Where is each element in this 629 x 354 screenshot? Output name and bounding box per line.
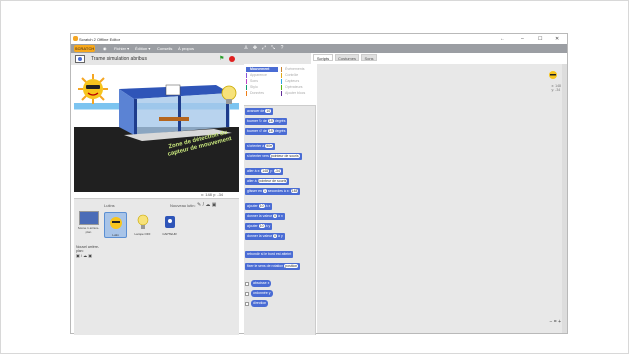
mouse-coordinates: x: 148 y: -34 [201,192,224,197]
checkbox-direction[interactable] [245,302,249,306]
category-looks[interactable]: Apparence [246,73,278,78]
sprites-header: Lutins [104,203,115,208]
block-change-x[interactable]: ajouter 10 à x [245,203,273,210]
maximize-button[interactable]: ☐ [538,36,542,42]
sprite-position-readout: x: 148 y: -34 [551,84,561,92]
project-title[interactable]: Trame simulation abribus [91,56,147,62]
category-operators[interactable]: Opérateurs [281,85,314,90]
sun-sprite[interactable] [77,73,109,105]
sprite-pane: Lutins Nouveau lutin: ✎ / ☁ ▣ Scène 1 ar… [74,198,239,335]
menu-about[interactable]: À propos [178,46,194,51]
grow-icon[interactable]: ⤢ [261,45,267,51]
help-icon[interactable]: ? [279,45,285,51]
sprite-thumb-capteur[interactable]: CAPTEUR [158,212,181,238]
block-point-towards[interactable]: s'orienter vers pointeur de souris [245,153,302,160]
category-sensing[interactable]: Capteurs [281,79,314,84]
block-categories: Mouvement Apparence Sons Stylo Données É… [244,64,316,106]
sun-thumbnail-icon [109,217,122,229]
block-turn-right[interactable]: tourner ↻ de 15 degrés [245,118,288,125]
sprite-thumb-lampe[interactable]: Lampe OFF [131,212,154,238]
category-control[interactable]: Contrôle [281,73,314,78]
zoom-reset-button[interactable]: = [554,319,557,325]
category-pen[interactable]: Stylo [246,85,278,90]
category-data[interactable]: Données [246,91,278,96]
title-bar: Scratch 2 Offline Editor ← – ☐ ✕ [71,34,567,44]
block-x-position[interactable]: abscisse x [251,280,272,287]
back-button[interactable]: ← [500,36,505,42]
presentation-mode-icon[interactable] [75,55,85,63]
block-set-x[interactable]: donner la valeur 0 à x [245,213,285,220]
stop-icon[interactable] [229,56,235,62]
current-sprite-icon [549,71,557,79]
block-move[interactable]: avancer de 10 [245,108,274,115]
shrink-icon[interactable]: ⤡ [270,45,276,51]
category-more-blocks[interactable]: Ajouter blocs [281,91,314,96]
category-motion[interactable]: Mouvement [246,67,278,72]
green-flag-icon[interactable]: ⚑ [219,56,225,62]
checkbox-x-position[interactable] [245,282,249,286]
stage-thumbnail[interactable]: Scène 1 arrière-plan [76,211,101,241]
stage-thumbnail-label: Scène 1 arrière-plan [77,226,100,234]
lamp-sprite[interactable] [221,85,237,107]
new-sprite-label: Nouveau lutin: [170,203,196,208]
block-bounce[interactable]: rebondir si le bord est atteint [245,251,294,258]
menu-tips[interactable]: Conseils [157,46,172,51]
block-turn-left[interactable]: tourner ↺ de 15 degrés [245,128,288,135]
scratch-logo[interactable]: SCRATCH [74,45,95,52]
zoom-controls: − = + [549,319,561,325]
category-events[interactable]: Événements [281,67,314,72]
block-point-direction[interactable]: s'orienter à 90▾ [245,143,275,150]
block-change-y[interactable]: ajouter 10 à y [245,223,273,230]
stage-thumbnail-image [78,211,99,225]
new-sprite-tools[interactable]: ✎ / ☁ ▣ [197,202,216,208]
sprite-thumb-lutin[interactable]: Lutin [104,212,127,238]
globe-icon[interactable]: ◉ [103,46,107,51]
sprite-name: Lampe OFF [134,232,151,236]
block-y-position[interactable]: ordonnée y [251,290,273,297]
menu-edit[interactable]: Édition ▾ [135,46,150,51]
scripts-scrollbar[interactable] [562,64,567,333]
stage[interactable]: Zone de détection du capteur de mouvemen… [74,65,239,192]
cut-icon[interactable]: ✥ [252,45,258,51]
block-set-y[interactable]: donner la valeur 0 à y [245,233,285,240]
new-backdrop-tools[interactable]: ▣ / ☁ ▣ [76,253,92,258]
sprite-name: Lutin [112,233,119,237]
block-goto[interactable]: aller à pointeur de souris [245,178,290,185]
tab-costumes[interactable]: Costumes [335,54,359,61]
window-title: Scratch 2 Offline Editor [79,37,121,42]
sensor-thumbnail-icon [164,216,175,228]
scratch-cat-icon [73,36,78,41]
zoom-in-button[interactable]: + [558,319,561,325]
block-palette: Mouvement Apparence Sons Stylo Données É… [244,64,316,335]
block-rotation-style[interactable]: fixer le sens de rotation position [245,263,301,270]
block-goto-xy[interactable]: aller à x: 148 y: -34 [245,168,283,175]
new-backdrop-label: Nouvel arrière-plan: [76,245,100,253]
checkbox-y-position[interactable] [245,292,249,296]
lamp-thumbnail-icon [137,214,148,229]
tab-sounds[interactable]: Sons [361,54,377,61]
block-glide[interactable]: glisser en 1 secondes à x: 148 [245,188,301,195]
scripts-area[interactable]: x: 148 y: -34 − = + [317,64,567,333]
scratch-window: Scratch 2 Offline Editor ← – ☐ ✕ SCRATCH… [70,33,569,335]
minimize-button[interactable]: – [521,36,524,42]
sprite-name: CAPTEUR [162,232,177,236]
close-button[interactable]: ✕ [555,36,559,42]
editor-tabs: Scripts Costumes Sons [311,53,569,61]
tab-scripts[interactable]: Scripts [313,54,333,61]
duplicate-icon[interactable]: ♙ [243,45,249,51]
menu-file[interactable]: Fichier ▾ [114,46,129,51]
block-direction[interactable]: direction [251,300,269,307]
category-sound[interactable]: Sons [246,79,278,84]
zoom-out-button[interactable]: − [549,319,552,325]
menu-bar: SCRATCH ◉ Fichier ▾ Édition ▾ Conseils À… [71,44,567,53]
